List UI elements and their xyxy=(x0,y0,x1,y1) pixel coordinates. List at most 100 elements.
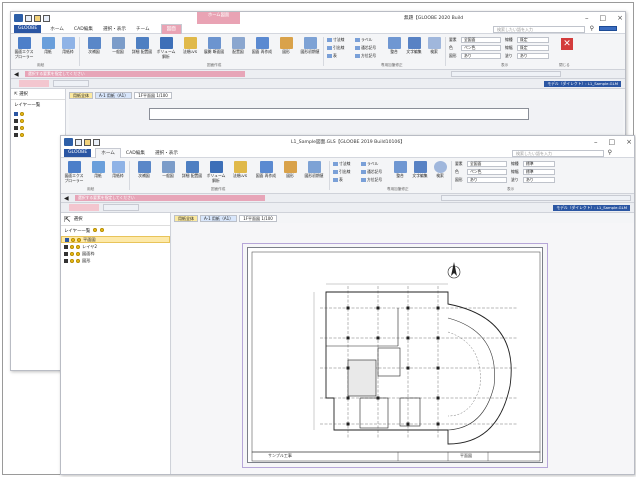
front-fill2-select[interactable]: あり xyxy=(523,177,555,183)
front-sub-drawing-button[interactable]: 次補図 xyxy=(133,161,155,179)
back-color-select[interactable]: ペン色 xyxy=(461,45,501,51)
back-detail-button[interactable]: 詳細 配置図 xyxy=(131,37,153,55)
back-north-mark-button[interactable]: 方位記号 xyxy=(355,53,376,59)
back-tab-whole-paper[interactable]: 用紙全体 xyxy=(69,91,93,99)
save-icon[interactable] xyxy=(93,138,100,146)
back-file-menu[interactable]: GLOOBE xyxy=(14,24,42,33)
new-file-icon[interactable] xyxy=(75,138,82,146)
front-shape-default-button[interactable]: 図形初期値 xyxy=(303,161,325,179)
back-tab-drawing[interactable]: 図面 xyxy=(160,23,182,34)
front-tab-cad-edit[interactable]: CAD編集 xyxy=(121,150,150,156)
minimize-icon[interactable]: – xyxy=(594,138,598,146)
front-paper-frame-button[interactable]: 用紙枠 xyxy=(107,161,129,179)
back-tab-scale[interactable]: 1F平面図 1/100 xyxy=(134,91,172,99)
front-shape-button[interactable]: 図形 xyxy=(279,161,301,179)
back-tab-select-view[interactable]: 選択・表示 xyxy=(98,26,131,32)
close-icon[interactable]: × xyxy=(617,14,623,22)
front-text-edit-button[interactable]: 文字編集 xyxy=(409,161,431,179)
back-regenerate-button[interactable]: 図面 再作成 xyxy=(251,37,273,55)
close-icon[interactable]: × xyxy=(626,138,632,146)
back-fill-select[interactable]: あり xyxy=(461,53,501,59)
back-layer-select[interactable]: 全図面 xyxy=(461,37,501,43)
back-layer-row[interactable] xyxy=(11,131,65,138)
back-search-button[interactable]: 検索 xyxy=(423,37,445,55)
front-tab-home[interactable]: ホーム xyxy=(95,147,121,158)
back-layer-row[interactable] xyxy=(11,124,65,131)
front-grid-mark-button[interactable]: 通芯記号 xyxy=(361,169,382,175)
open-folder-icon[interactable] xyxy=(84,138,91,146)
front-detail-button[interactable]: 詳細 配置図 xyxy=(181,161,203,179)
back-tab-a1[interactable]: A-1 用紙（A1） xyxy=(95,91,133,99)
back-leader-button[interactable]: 引出線 xyxy=(327,45,344,51)
front-snap-tools[interactable] xyxy=(441,195,631,201)
back-text-edit-button[interactable]: 文字編集 xyxy=(403,37,425,55)
new-file-icon[interactable] xyxy=(25,14,32,22)
back-width-select[interactable]: 既定 xyxy=(517,45,549,51)
search-icon[interactable]: ⚲ xyxy=(608,149,612,156)
front-general-drawing-button[interactable]: 一般図 xyxy=(157,161,179,179)
back-paper-frame-button[interactable]: 用紙枠 xyxy=(57,37,79,55)
front-width-select[interactable]: 標準 xyxy=(523,169,555,175)
front-search-button[interactable]: 検索 xyxy=(429,161,451,179)
back-volume-button[interactable]: ボリューム 解析 xyxy=(155,37,177,59)
open-folder-icon[interactable] xyxy=(34,14,41,22)
front-search-input[interactable]: 検索したい語を入力 xyxy=(512,149,604,157)
back-label-button[interactable]: ラベル xyxy=(355,37,372,43)
back-select-label[interactable]: ⇱ 選択 xyxy=(11,89,65,99)
back-lvs-button[interactable]: 法規LVS xyxy=(179,37,201,55)
back-tool-icons[interactable] xyxy=(53,80,89,87)
front-color-select[interactable]: ペン色 xyxy=(467,169,507,175)
back-elevation-button[interactable]: 展開 断面図 xyxy=(203,37,225,55)
front-tab-a1[interactable]: A-1 用紙（A1） xyxy=(200,214,238,222)
front-tool-icons[interactable] xyxy=(103,204,139,211)
front-line-select[interactable]: 標準 xyxy=(523,161,555,167)
back-site-plan-button[interactable]: 配置図 xyxy=(227,37,249,55)
back-sub-drawing-button[interactable]: 次補図 xyxy=(83,37,105,55)
front-regenerate-button[interactable]: 図面 再作成 xyxy=(255,161,277,179)
front-layer-select[interactable]: 全図面 xyxy=(467,161,507,167)
back-snap-tools[interactable] xyxy=(451,71,561,77)
front-tab-select-view[interactable]: 選択・表示 xyxy=(150,150,183,156)
back-paper-button[interactable]: 用紙 xyxy=(37,37,59,55)
back-line-select[interactable]: 既定 xyxy=(517,37,549,43)
back-table-button[interactable]: 表 xyxy=(327,53,337,59)
back-tab-home[interactable]: ホーム xyxy=(45,26,69,32)
back-grid-mark-button[interactable]: 通芯記号 xyxy=(355,45,376,51)
front-volume-button[interactable]: ボリューム 解析 xyxy=(205,161,227,183)
search-icon[interactable]: ⚲ xyxy=(590,25,594,32)
back-shape-button[interactable]: 図形 xyxy=(275,37,297,55)
maximize-icon[interactable]: □ xyxy=(600,14,607,22)
layer-row-frame[interactable]: 図面枠 xyxy=(61,250,170,257)
back-tab-team[interactable]: チーム xyxy=(131,26,155,32)
front-north-mark-button[interactable]: 方位記号 xyxy=(361,177,382,183)
back-layer-row[interactable] xyxy=(11,110,65,117)
front-leader-button[interactable]: 引出線 xyxy=(333,169,350,175)
front-tab-scale[interactable]: 1F平面図 1/100 xyxy=(239,214,277,222)
back-edit-tools[interactable] xyxy=(19,80,49,87)
front-edit-tools[interactable] xyxy=(69,204,99,211)
minimize-icon[interactable]: – xyxy=(585,14,589,22)
back-arrow-icon[interactable]: ◀ xyxy=(14,71,19,78)
front-drawing-explorer-button[interactable]: 図面エクスプローラー xyxy=(63,161,85,183)
back-layer-row[interactable] xyxy=(11,117,65,124)
front-lvs-button[interactable]: 法規LVS xyxy=(229,161,251,179)
layer-row-layer2[interactable]: レイヤ2 xyxy=(61,243,170,250)
front-select-tool[interactable]: ⇱ 選択 xyxy=(61,213,170,225)
back-drawing-explorer-button[interactable]: 図面エクスプローラー xyxy=(13,37,35,59)
back-align-button[interactable]: 整合 xyxy=(383,37,405,55)
back-shape-default-button[interactable]: 図形初期値 xyxy=(299,37,321,55)
front-table-button[interactable]: 表 xyxy=(333,177,343,183)
help-icon[interactable] xyxy=(599,26,617,31)
layer-row-floor-plan[interactable]: 平面図 xyxy=(61,236,170,243)
close-drawing-button[interactable]: ✕ xyxy=(561,38,573,50)
front-tab-whole-paper[interactable]: 用紙全体 xyxy=(174,214,198,222)
back-tab-cad-edit[interactable]: CAD編集 xyxy=(69,26,98,32)
front-file-menu[interactable]: GLOOBE xyxy=(64,148,92,157)
bulb-icon[interactable] xyxy=(93,228,98,232)
back-search-input[interactable]: 検索したい語を入力 xyxy=(493,25,585,33)
save-icon[interactable] xyxy=(43,14,50,22)
maximize-icon[interactable]: □ xyxy=(609,138,616,146)
bulb-icon[interactable] xyxy=(100,228,105,232)
front-fill-select[interactable]: あり xyxy=(467,177,507,183)
front-dimension-button[interactable]: 寸法線 xyxy=(333,161,350,167)
